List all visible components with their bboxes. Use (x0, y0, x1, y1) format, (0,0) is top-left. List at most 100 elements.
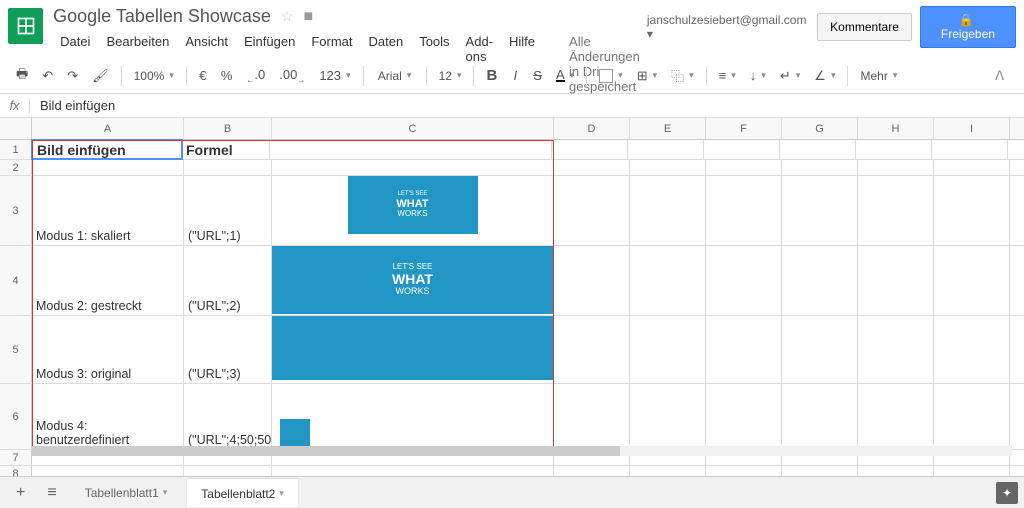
zoom-dropdown[interactable]: 100% (128, 66, 180, 86)
col-header[interactable]: H (858, 118, 934, 139)
cell[interactable] (782, 316, 858, 383)
cell[interactable] (706, 246, 782, 315)
cell[interactable] (706, 176, 782, 245)
cell-B5[interactable]: ("URL";3) (184, 316, 272, 383)
cell[interactable] (934, 316, 1010, 383)
folder-icon[interactable]: ■ (303, 8, 313, 26)
borders-dropdown[interactable]: ⊞ (631, 65, 663, 87)
col-header[interactable]: E (630, 118, 706, 139)
cell[interactable] (554, 176, 630, 245)
wrap-dropdown[interactable]: ↵ (774, 65, 806, 87)
col-header[interactable]: A (32, 118, 184, 139)
horizontal-scrollbar[interactable] (32, 446, 1012, 456)
cell[interactable] (272, 160, 554, 175)
row-header[interactable]: 2 (0, 160, 32, 175)
col-header[interactable]: F (706, 118, 782, 139)
explore-button[interactable]: ✦ (996, 482, 1018, 504)
strikethrough-button[interactable]: S (527, 64, 548, 87)
cell-C6[interactable] (272, 384, 554, 449)
formula-input[interactable]: Bild einfügen (30, 96, 125, 115)
cell[interactable] (32, 160, 184, 175)
cell-A4[interactable]: Modus 2: gestreckt (32, 246, 184, 315)
cell[interactable] (934, 160, 1010, 175)
fill-color-dropdown[interactable] (593, 66, 629, 86)
cell-B3[interactable]: ("URL";1) (184, 176, 272, 245)
cell[interactable] (934, 246, 1010, 315)
star-icon[interactable]: ☆ (281, 8, 294, 25)
row-header[interactable]: 4 (0, 246, 32, 315)
rotate-dropdown[interactable]: ∠ (808, 65, 841, 87)
font-dropdown[interactable]: Arial (370, 66, 420, 86)
fontsize-dropdown[interactable]: 12 (433, 66, 468, 86)
valign-dropdown[interactable]: ↓ (744, 65, 772, 86)
user-email[interactable]: janschulzesiebert@gmail.com ▾ (647, 13, 809, 41)
italic-button[interactable]: I (505, 64, 525, 87)
cell[interactable] (858, 160, 934, 175)
comments-button[interactable]: Kommentare (817, 13, 912, 41)
sheet-tab-active[interactable]: Tabellenblatt2 (187, 479, 298, 507)
increase-decimal-button[interactable]: .00→ (273, 63, 311, 89)
row-header[interactable]: 7 (0, 450, 32, 465)
cell-B4[interactable]: ("URL";2) (184, 246, 272, 315)
cell-C3[interactable]: LET'S SEEWHATWORKS (272, 176, 554, 245)
decrease-decimal-button[interactable]: ←.0 (240, 63, 271, 89)
col-header[interactable]: G (782, 118, 858, 139)
halign-dropdown[interactable]: ≡ (713, 65, 742, 86)
row-header[interactable]: 6 (0, 384, 32, 449)
cell[interactable] (630, 246, 706, 315)
sheet-tab[interactable]: Tabellenblatt1 (71, 480, 182, 506)
cell[interactable] (782, 176, 858, 245)
share-button[interactable]: 🔒Freigeben (920, 6, 1016, 48)
redo-icon[interactable]: ↷ (61, 64, 84, 88)
cell-C5[interactable] (272, 316, 554, 383)
cell[interactable] (630, 316, 706, 383)
cell-B6[interactable]: ("URL";4;50;50) (184, 384, 272, 449)
cell[interactable] (858, 246, 934, 315)
cell[interactable] (780, 140, 856, 159)
cell[interactable] (858, 384, 934, 449)
cell-A3[interactable]: Modus 1: skaliert (32, 176, 184, 245)
cell[interactable] (630, 384, 706, 449)
doc-title[interactable]: Google Tabellen Showcase (53, 6, 271, 27)
cell[interactable] (554, 316, 630, 383)
cell-A6[interactable]: Modus 4: benutzerdefiniert (32, 384, 184, 449)
cell[interactable] (782, 246, 858, 315)
cell[interactable] (706, 316, 782, 383)
col-header[interactable]: C (272, 118, 554, 139)
col-header[interactable]: I (934, 118, 1010, 139)
undo-icon[interactable]: ↶ (36, 64, 59, 88)
all-sheets-button[interactable]: ≡ (39, 480, 64, 506)
cell[interactable] (630, 160, 706, 175)
text-color-dropdown[interactable]: A (550, 66, 580, 85)
cell-B1[interactable]: Formel (182, 140, 270, 159)
menu-tools[interactable]: Tools (412, 31, 456, 97)
cell[interactable] (552, 140, 628, 159)
menu-data[interactable]: Daten (361, 31, 410, 97)
print-icon[interactable]: 🖶 (10, 61, 34, 91)
cell-A1[interactable]: Bild einfügen (31, 139, 183, 160)
cell[interactable] (554, 246, 630, 315)
bold-button[interactable]: B (480, 63, 503, 88)
add-sheet-button[interactable]: + (8, 480, 33, 506)
collapse-toolbar-icon[interactable]: ᐱ (985, 64, 1014, 88)
cell[interactable] (270, 140, 552, 159)
cell[interactable] (934, 176, 1010, 245)
percent-button[interactable]: % (215, 64, 239, 87)
cell[interactable] (554, 160, 630, 175)
paint-format-icon[interactable]: 🖌 (86, 64, 115, 88)
cell[interactable] (630, 176, 706, 245)
row-header[interactable]: 3 (0, 176, 32, 245)
col-header[interactable]: D (554, 118, 630, 139)
cell[interactable] (184, 160, 272, 175)
merge-dropdown[interactable]: ⿻ (665, 63, 700, 88)
sheets-logo[interactable] (8, 8, 43, 44)
row-header[interactable]: 5 (0, 316, 32, 383)
cell[interactable] (628, 140, 704, 159)
cell[interactable] (782, 384, 858, 449)
cell[interactable] (782, 160, 858, 175)
cell[interactable] (704, 140, 780, 159)
cell[interactable] (934, 384, 1010, 449)
cell[interactable] (554, 384, 630, 449)
col-header[interactable]: B (184, 118, 272, 139)
cell[interactable] (706, 160, 782, 175)
